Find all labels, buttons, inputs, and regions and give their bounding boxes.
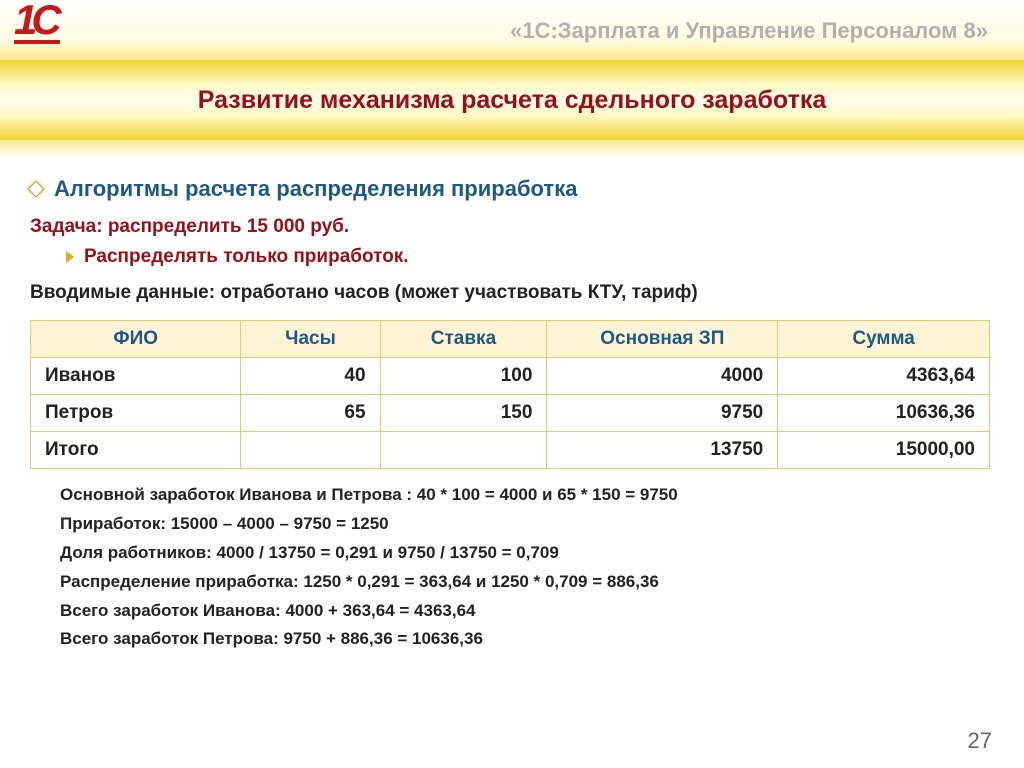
sub-bullet-text: Распределять только приработок. xyxy=(84,246,409,268)
cell-base: 13750 xyxy=(547,432,778,469)
app-title: «1С:Зарплата и Управление Персоналом 8» xyxy=(510,18,988,44)
cell-rate: 100 xyxy=(380,358,547,395)
table-header-row: ФИО Часы Ставка Основная ЗП Сумма xyxy=(31,321,990,358)
subhead-row: Алгоритмы расчета распределения приработ… xyxy=(30,176,994,202)
cell-name: Иванов xyxy=(31,358,241,395)
col-header-rate: Ставка xyxy=(380,321,547,358)
calculation-block: Основной заработок Иванова и Петрова : 4… xyxy=(60,481,994,654)
calc-line: Всего заработок Иванова: 4000 + 363,64 =… xyxy=(60,597,994,626)
table-row: Иванов 40 100 4000 4363,64 xyxy=(31,358,990,395)
cell-hours: 65 xyxy=(241,395,380,432)
subhead-text: Алгоритмы расчета распределения приработ… xyxy=(54,176,577,202)
cell-sum: 10636,36 xyxy=(778,395,990,432)
calc-line: Основной заработок Иванова и Петрова : 4… xyxy=(60,481,994,510)
col-header-hours: Часы xyxy=(241,321,380,358)
cell-hours: 40 xyxy=(241,358,380,395)
sub-bullet-row: Распределять только приработок. xyxy=(66,246,994,268)
cell-name: Итого xyxy=(31,432,241,469)
logo-letter: С xyxy=(31,2,59,44)
col-header-base: Основная ЗП xyxy=(547,321,778,358)
table-row: Петров 65 150 9750 10636,36 xyxy=(31,395,990,432)
calc-line: Распределение приработка: 1250 * 0,291 =… xyxy=(60,568,994,597)
task-line: Задача: распределить 15 000 руб. xyxy=(30,216,994,238)
content-area: Алгоритмы расчета распределения приработ… xyxy=(0,160,1024,768)
diamond-bullet-icon xyxy=(28,181,45,198)
cell-sum: 4363,64 xyxy=(778,358,990,395)
calc-line: Всего заработок Петрова: 9750 + 886,36 =… xyxy=(60,625,994,654)
cell-rate: 150 xyxy=(380,395,547,432)
cell-rate xyxy=(380,432,547,469)
title-band: Развитие механизма расчета сдельного зар… xyxy=(0,60,1024,140)
cell-name: Петров xyxy=(31,395,241,432)
input-data-line: Вводимые данные: отработано часов (может… xyxy=(30,282,994,304)
cell-sum: 15000,00 xyxy=(778,432,990,469)
cell-hours xyxy=(241,432,380,469)
logo-1c: 1С xyxy=(14,2,60,44)
page-number: 27 xyxy=(968,728,992,754)
cell-base: 4000 xyxy=(547,358,778,395)
title-divider xyxy=(0,140,1024,158)
col-header-name: ФИО xyxy=(31,321,241,358)
slide-title: Развитие механизма расчета сдельного зар… xyxy=(198,86,826,115)
col-header-sum: Сумма xyxy=(778,321,990,358)
calc-line: Доля работников: 4000 / 13750 = 0,291 и … xyxy=(60,539,994,568)
table-row-total: Итого 13750 15000,00 xyxy=(31,432,990,469)
data-table: ФИО Часы Ставка Основная ЗП Сумма Иванов… xyxy=(30,320,990,469)
cell-base: 9750 xyxy=(547,395,778,432)
triangle-bullet-icon xyxy=(66,251,74,263)
calc-line: Приработок: 15000 – 4000 – 9750 = 1250 xyxy=(60,510,994,539)
